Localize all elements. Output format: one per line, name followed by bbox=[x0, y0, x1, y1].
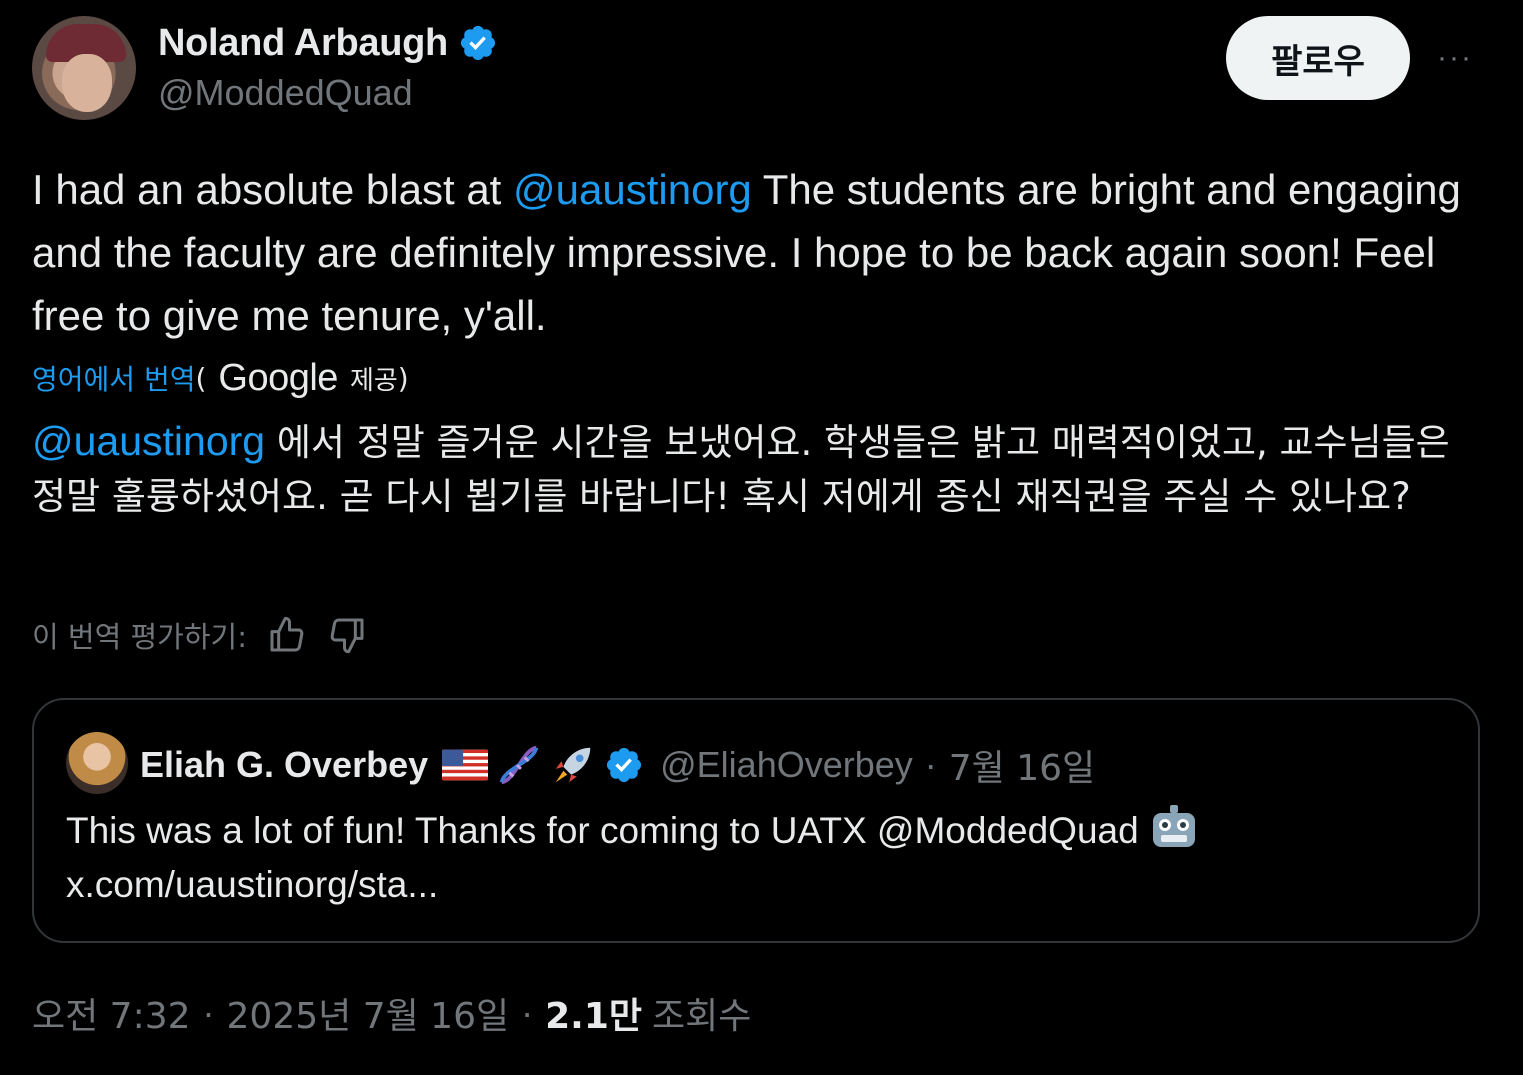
rocket-icon bbox=[555, 747, 591, 783]
thumbs-up-icon[interactable] bbox=[267, 615, 307, 655]
paren: ( bbox=[195, 361, 207, 395]
rate-label: 이 번역 평가하기: bbox=[32, 620, 247, 654]
us-flag-icon bbox=[442, 749, 489, 781]
mention-link[interactable]: @uaustinorg bbox=[513, 166, 752, 213]
quoted-header: Eliah G. Overbey @EliahOverbey · 7월 16일 bbox=[140, 740, 1095, 790]
translated-mention-link[interactable]: @uaustinorg bbox=[32, 418, 265, 464]
follow-button[interactable]: 팔로우 bbox=[1226, 16, 1410, 100]
avatar-face bbox=[62, 54, 112, 112]
separator-dot: · bbox=[202, 992, 215, 1033]
quoted-author-handle[interactable]: @EliahOverbey bbox=[660, 744, 913, 786]
google-logo: Google bbox=[218, 356, 338, 399]
tweet-metadata: 오전 7:32 · 2025년 7월 16일 · 2.1만 조회수 bbox=[32, 987, 752, 1039]
author-name[interactable]: Noland Arbaugh bbox=[158, 22, 448, 65]
tweet-text-part: I had an absolute blast at bbox=[32, 166, 514, 213]
separator-dot: · bbox=[521, 992, 534, 1033]
translated-text: @uaustinorg 에서 정말 즐거운 시간을 보냈어요. 학생들은 밝고 … bbox=[32, 414, 1482, 524]
tweet: Noland Arbaugh @ModdedQuad 팔로우 ··· I had… bbox=[0, 0, 1523, 1075]
quoted-author-avatar[interactable] bbox=[66, 732, 128, 794]
verified-badge-icon bbox=[460, 25, 496, 61]
post-time[interactable]: 오전 7:32 bbox=[32, 987, 191, 1039]
tweet-header: Noland Arbaugh @ModdedQuad 팔로우 ··· bbox=[32, 16, 1491, 122]
quoted-text: This was a lot of fun! Thanks for coming… bbox=[66, 804, 1446, 912]
translate-link[interactable]: 영어에서 번역 bbox=[32, 358, 195, 398]
quoted-text-body: This was a lot of fun! Thanks for coming… bbox=[66, 810, 1139, 851]
quoted-tweet[interactable]: Eliah G. Overbey @EliahOverbey · 7월 16일 … bbox=[32, 698, 1480, 943]
author-name-row: Noland Arbaugh bbox=[158, 20, 498, 66]
translation-attribution: 영어에서 번역 ( Google 제공 ) bbox=[32, 356, 409, 399]
more-options-icon[interactable]: ··· bbox=[1430, 40, 1480, 76]
tweet-text: I had an absolute blast at @uaustinorg T… bbox=[32, 158, 1472, 347]
views-label: 조회수 bbox=[652, 996, 752, 1037]
dna-icon bbox=[499, 745, 539, 785]
quoted-link[interactable]: x.com/uaustinorg/sta... bbox=[66, 864, 438, 905]
post-date[interactable]: 2025년 7월 16일 bbox=[227, 987, 510, 1039]
thumbs-down-icon[interactable] bbox=[327, 615, 367, 655]
separator-dot: · bbox=[924, 744, 937, 785]
author-avatar[interactable] bbox=[32, 16, 136, 120]
quoted-author-name[interactable]: Eliah G. Overbey bbox=[140, 744, 428, 786]
author-handle[interactable]: @ModdedQuad bbox=[158, 72, 413, 114]
rate-translation: 이 번역 평가하기: bbox=[32, 612, 367, 658]
quoted-verified-badge-icon bbox=[607, 747, 642, 783]
provided-label: 제공 bbox=[349, 365, 398, 396]
robot-icon bbox=[1152, 805, 1195, 847]
paren: ) bbox=[397, 361, 409, 395]
views-count: 2.1만 bbox=[545, 996, 643, 1037]
quoted-date[interactable]: 7월 16일 bbox=[949, 739, 1095, 791]
